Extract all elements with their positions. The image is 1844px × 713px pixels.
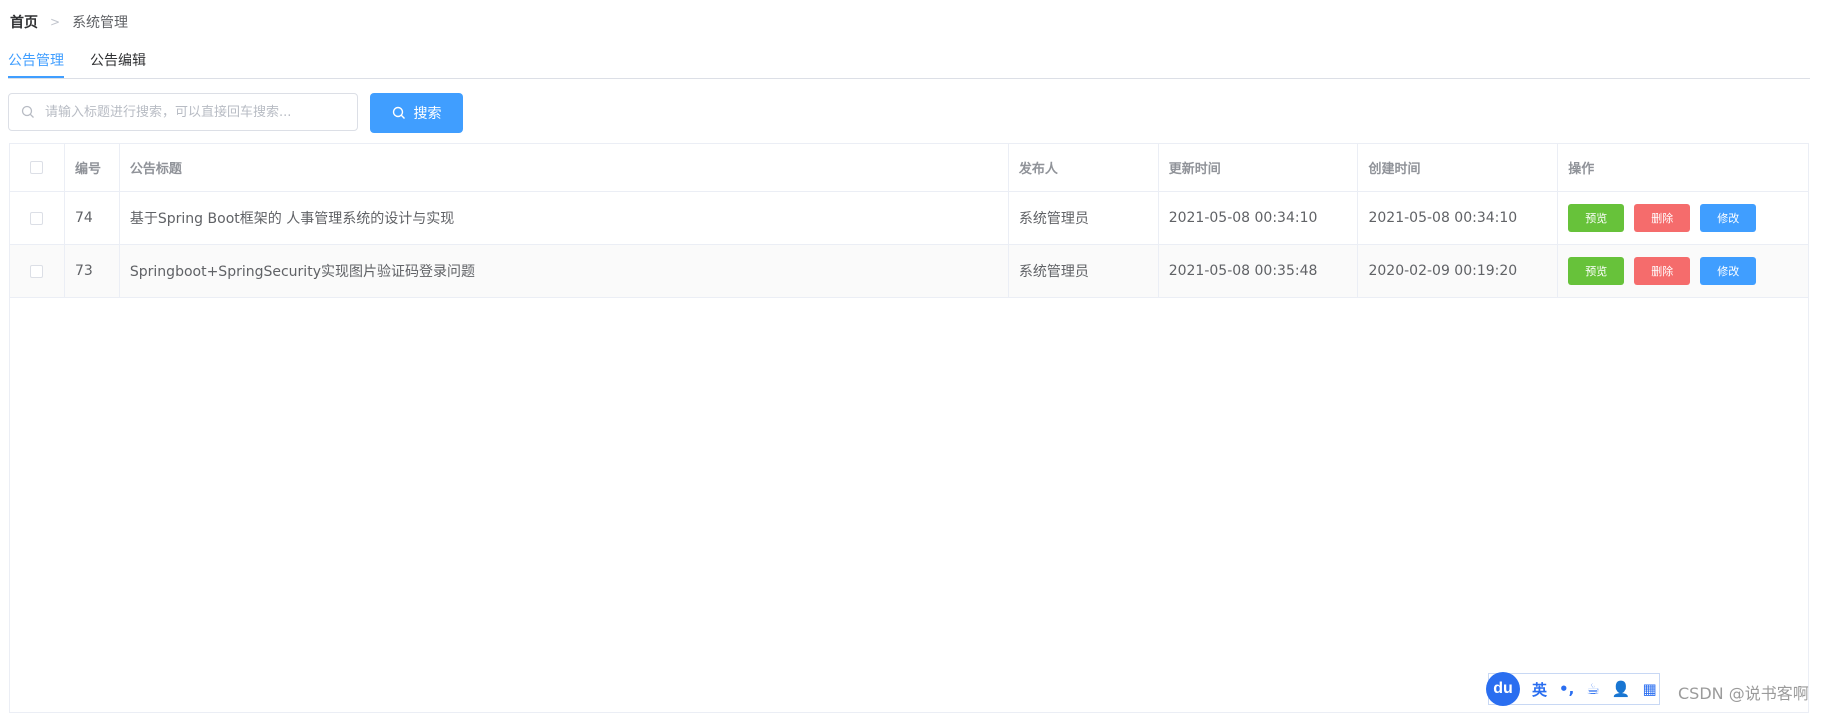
- search-button-label: 搜索: [413, 106, 442, 122]
- breadcrumb-current: 系统管理: [72, 15, 129, 31]
- search-field[interactable]: [8, 93, 358, 131]
- ime-skin-icon[interactable]: ☕: [1586, 680, 1599, 698]
- tab-notice-edit[interactable]: 公告编辑: [90, 50, 146, 72]
- column-header-publisher: 发布人: [1009, 144, 1159, 191]
- table-row: 74 基于Spring Boot框架的 人事管理系统的设计与实现 系统管理员 2…: [10, 192, 1808, 245]
- row-checkbox-cell: [10, 245, 65, 297]
- row-checkbox-cell: [10, 192, 65, 244]
- row-checkbox[interactable]: [30, 211, 44, 225]
- column-header-actions: 操作: [1568, 162, 1595, 177]
- delete-button[interactable]: 删除: [1634, 204, 1691, 232]
- edit-button[interactable]: 修改: [1700, 257, 1757, 285]
- ime-grid-icon[interactable]: ▦: [1642, 680, 1656, 698]
- ime-user-icon[interactable]: 👤: [1612, 680, 1631, 698]
- breadcrumb-separator-icon: >: [50, 15, 61, 29]
- delete-button[interactable]: 删除: [1634, 257, 1691, 285]
- column-header-created: 创建时间: [1358, 144, 1559, 191]
- search-icon: [21, 105, 34, 118]
- column-header-id: 编号: [65, 144, 120, 191]
- cell-actions: 预览 删除 修改: [1558, 192, 1808, 244]
- cell-actions: 预览 删除 修改: [1558, 245, 1808, 297]
- ime-logo-icon[interactable]: du: [1486, 672, 1520, 706]
- ime-toolbar-items: 英 •, ☕ 👤 ▦: [1532, 675, 1657, 703]
- tab-bar: 公告管理 公告编辑: [8, 48, 1810, 79]
- table-row: 73 Springboot+SpringSecurity实现图片验证码登录问题 …: [10, 245, 1808, 298]
- search-input[interactable]: [43, 103, 347, 121]
- cell-id: 74: [65, 192, 120, 244]
- ime-punctuation-icon[interactable]: •,: [1559, 680, 1574, 698]
- preview-button[interactable]: 预览: [1568, 204, 1625, 232]
- search-icon: [392, 106, 405, 119]
- cell-updated: 2021-05-08 00:35:48: [1159, 245, 1359, 297]
- watermark-text: CSDN @说书客啊: [1678, 684, 1809, 703]
- cell-created: 2020-02-09 00:19:20: [1358, 245, 1559, 297]
- header-checkbox-cell: [10, 144, 65, 191]
- tab-notice-management[interactable]: 公告管理: [8, 50, 64, 78]
- column-header-updated: 更新时间: [1159, 144, 1359, 191]
- breadcrumb-home[interactable]: 首页: [10, 12, 38, 32]
- select-all-checkbox[interactable]: [30, 161, 44, 174]
- cell-updated: 2021-05-08 00:34:10: [1159, 192, 1359, 244]
- cell-title: Springboot+SpringSecurity实现图片验证码登录问题: [120, 245, 1009, 297]
- search-button[interactable]: 搜索: [370, 93, 463, 133]
- breadcrumb: 首页 > 系统管理: [10, 12, 128, 32]
- row-checkbox[interactable]: [30, 264, 44, 278]
- cell-publisher: 系统管理员: [1009, 245, 1159, 297]
- cell-created: 2021-05-08 00:34:10: [1358, 192, 1559, 244]
- table-header: 编号 公告标题 发布人 更新时间 创建时间 操作: [10, 144, 1808, 192]
- column-header-title: 公告标题: [120, 144, 1009, 191]
- ime-language-toggle[interactable]: 英: [1532, 679, 1547, 700]
- edit-button[interactable]: 修改: [1700, 204, 1757, 232]
- preview-button[interactable]: 预览: [1568, 257, 1625, 285]
- notice-table: 编号 公告标题 发布人 更新时间 创建时间 操作 74 基于Spring Boo…: [9, 143, 1809, 713]
- cell-title: 基于Spring Boot框架的 人事管理系统的设计与实现: [120, 192, 1009, 244]
- cell-id: 73: [65, 245, 120, 297]
- cell-publisher: 系统管理员: [1009, 192, 1159, 244]
